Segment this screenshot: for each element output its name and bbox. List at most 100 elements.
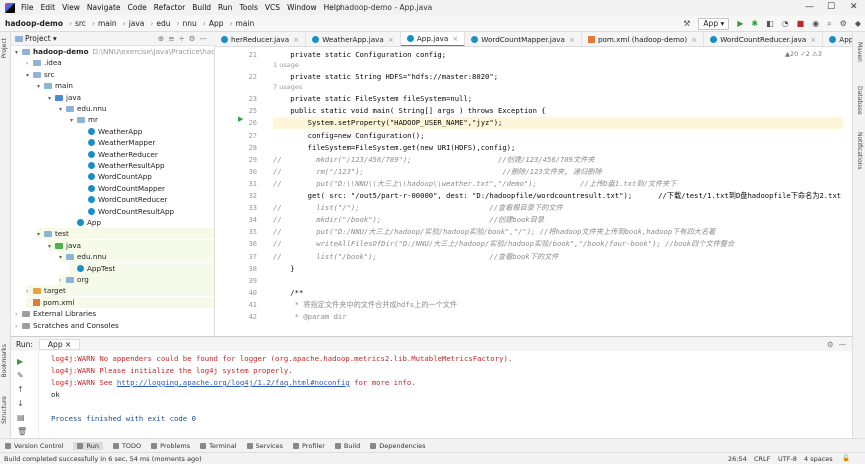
editor-tab[interactable]: App.java ×: [400, 32, 466, 46]
console-link[interactable]: http://logging.apache.org/log4j/1.2/faq.…: [117, 378, 350, 387]
tool-tab-dependencies[interactable]: Dependencies: [370, 442, 426, 450]
close-tab-icon[interactable]: ×: [388, 35, 394, 44]
expand-arrow-icon[interactable]: ›: [15, 309, 22, 320]
tree-item[interactable]: WeatherReducer: [81, 149, 158, 160]
run-icon[interactable]: ▶: [737, 19, 743, 28]
expand-arrow-icon[interactable]: ▾: [59, 104, 66, 115]
editor-tab[interactable]: WordCountMapper.java ×: [465, 32, 582, 46]
tool-tab-profiler[interactable]: Profiler: [293, 442, 325, 450]
up-arrow-icon[interactable]: ↑: [17, 385, 24, 394]
expand-arrow-icon[interactable]: ▾: [59, 252, 66, 263]
tool-tab-terminal[interactable]: Terminal: [200, 442, 237, 450]
expand-arrow-icon[interactable]: ▾: [37, 229, 44, 240]
trash-icon[interactable]: 🗑: [17, 427, 27, 436]
run-panel-settings-icon[interactable]: ⚙ —: [827, 340, 846, 349]
breadcrumb-item[interactable]: java: [129, 19, 145, 28]
tree-item[interactable]: ▾ test: [37, 228, 214, 240]
run-config-select[interactable]: App ▾: [698, 17, 730, 30]
user-icon[interactable]: ◉: [812, 19, 819, 28]
tree-item[interactable]: App: [70, 217, 101, 228]
structure-tool-button[interactable]: Structure: [1, 396, 8, 424]
menu-tools[interactable]: Tools: [239, 3, 257, 12]
menu-build[interactable]: Build: [192, 3, 211, 12]
usage-hint[interactable]: 1 usage: [273, 61, 299, 69]
down-arrow-icon[interactable]: ↓: [17, 399, 24, 408]
close-tab-icon[interactable]: ×: [293, 35, 299, 44]
tree-item[interactable]: ▾ main: [37, 80, 73, 91]
breadcrumb-item[interactable]: App: [209, 19, 224, 28]
tree-item[interactable]: pom.xml: [26, 296, 214, 308]
file-encoding[interactable]: UTF-8: [778, 455, 797, 463]
usage-hint[interactable]: 7 usages: [273, 83, 302, 91]
indent-setting[interactable]: 4 spaces: [804, 455, 833, 463]
tree-item[interactable]: › org: [59, 274, 214, 285]
run-tab-app[interactable]: App ×: [38, 338, 81, 350]
run-gutter-icon[interactable]: ▶: [238, 115, 243, 123]
expand-arrow-icon[interactable]: ›: [26, 286, 33, 297]
editor-tab[interactable]: WeatherApp.java ×: [306, 32, 401, 46]
project-panel-actions-icon[interactable]: ⊕≡÷⚙—: [158, 34, 211, 43]
expand-arrow-icon[interactable]: ▾: [15, 47, 22, 58]
expand-arrow-icon[interactable]: ▾: [37, 81, 44, 92]
expand-arrow-icon[interactable]: ▾: [48, 93, 55, 104]
menu-vcs[interactable]: VCS: [265, 3, 280, 12]
tree-item[interactable]: ▾ edu.nnu: [59, 103, 107, 114]
stop-icon[interactable]: ■: [797, 19, 805, 28]
breadcrumb-item[interactable]: edu: [156, 19, 170, 28]
tree-item[interactable]: WordCountMapper: [81, 183, 165, 194]
close-icon[interactable]: ✕: [850, 2, 858, 12]
notifications-tool-button[interactable]: Notifications: [856, 132, 863, 170]
project-tool-button[interactable]: Project: [1, 38, 8, 59]
tree-item[interactable]: ▾ java: [48, 239, 214, 252]
tree-item[interactable]: WordCountApp: [81, 171, 152, 182]
menu-code[interactable]: Code: [128, 3, 147, 12]
expand-arrow-icon[interactable]: ▾: [70, 115, 77, 126]
breadcrumb-item[interactable]: main: [235, 19, 254, 28]
editor-tab[interactable]: pom.xml (hadoop-demo) ×: [582, 32, 705, 46]
search-icon[interactable]: ⌕: [827, 19, 831, 29]
menu-navigate[interactable]: Navigate: [87, 3, 121, 12]
tool-tab-problems[interactable]: Problems: [151, 442, 190, 450]
menu-edit[interactable]: Edit: [41, 3, 56, 12]
tool-tab-build[interactable]: Build: [334, 442, 360, 450]
tree-item[interactable]: ▾ src: [26, 69, 55, 80]
print-icon[interactable]: ▤: [17, 413, 25, 422]
lock-icon[interactable]: 🔓: [842, 454, 850, 462]
maximize-icon[interactable]: ☐: [827, 2, 835, 12]
coverage-icon[interactable]: ◧: [766, 19, 774, 28]
breadcrumb-item[interactable]: hadoop-demo: [5, 19, 63, 28]
code-editor[interactable]: 21 22 23 25 26 27 28 29 30 31 32 33 34 35 36 37 38 39 40 41…: [215, 47, 852, 336]
tool-tab-run[interactable]: Run: [73, 441, 103, 450]
inspection-widget[interactable]: ▲20 ✓2 ⚠3: [785, 50, 822, 58]
breadcrumb-item[interactable]: nnu: [183, 19, 197, 28]
menu-refactor[interactable]: Refactor: [154, 3, 185, 12]
tree-item[interactable]: › External Libraries: [15, 308, 96, 319]
tree-item[interactable]: ▾ mr: [70, 114, 98, 125]
expand-arrow-icon[interactable]: ▾: [48, 241, 55, 252]
close-tab-icon[interactable]: ×: [569, 35, 575, 44]
tree-item[interactable]: AppTest: [70, 262, 214, 274]
close-tab-icon[interactable]: ×: [452, 34, 458, 43]
wrench-icon[interactable]: ✎: [17, 371, 24, 380]
bookmarks-tool-button[interactable]: Bookmarks: [1, 344, 8, 378]
close-tab-icon[interactable]: ×: [691, 35, 697, 44]
debug-icon[interactable]: ✱: [751, 19, 758, 28]
tool-tab-services[interactable]: Services: [246, 442, 283, 450]
maven-tool-button[interactable]: Maven: [856, 42, 863, 62]
tree-item[interactable]: WordCountReducer: [81, 194, 167, 205]
tree-item[interactable]: ▾ hadoop-demo D:\NNU\exercise\Java\Practic…: [15, 46, 214, 58]
editor-tab[interactable]: AppTest.java×: [823, 32, 852, 46]
expand-arrow-icon[interactable]: ›: [15, 321, 22, 332]
jetbrains-icon[interactable]: ◆: [855, 19, 861, 28]
expand-arrow-icon[interactable]: ›: [26, 58, 33, 69]
tree-item[interactable]: › target: [26, 285, 214, 297]
tree-item[interactable]: › .idea: [26, 57, 62, 68]
tree-item[interactable]: WeatherApp: [81, 126, 142, 137]
menu-window[interactable]: Window: [287, 3, 317, 12]
tool-tab-version-control[interactable]: Version Control: [5, 442, 63, 450]
close-tab-icon[interactable]: ×: [810, 35, 816, 44]
tree-item[interactable]: ▾ java: [48, 92, 81, 103]
project-panel-title[interactable]: Project: [25, 34, 51, 43]
tree-item[interactable]: WeatherMapper: [81, 137, 155, 148]
breadcrumb-item[interactable]: src: [75, 19, 86, 28]
